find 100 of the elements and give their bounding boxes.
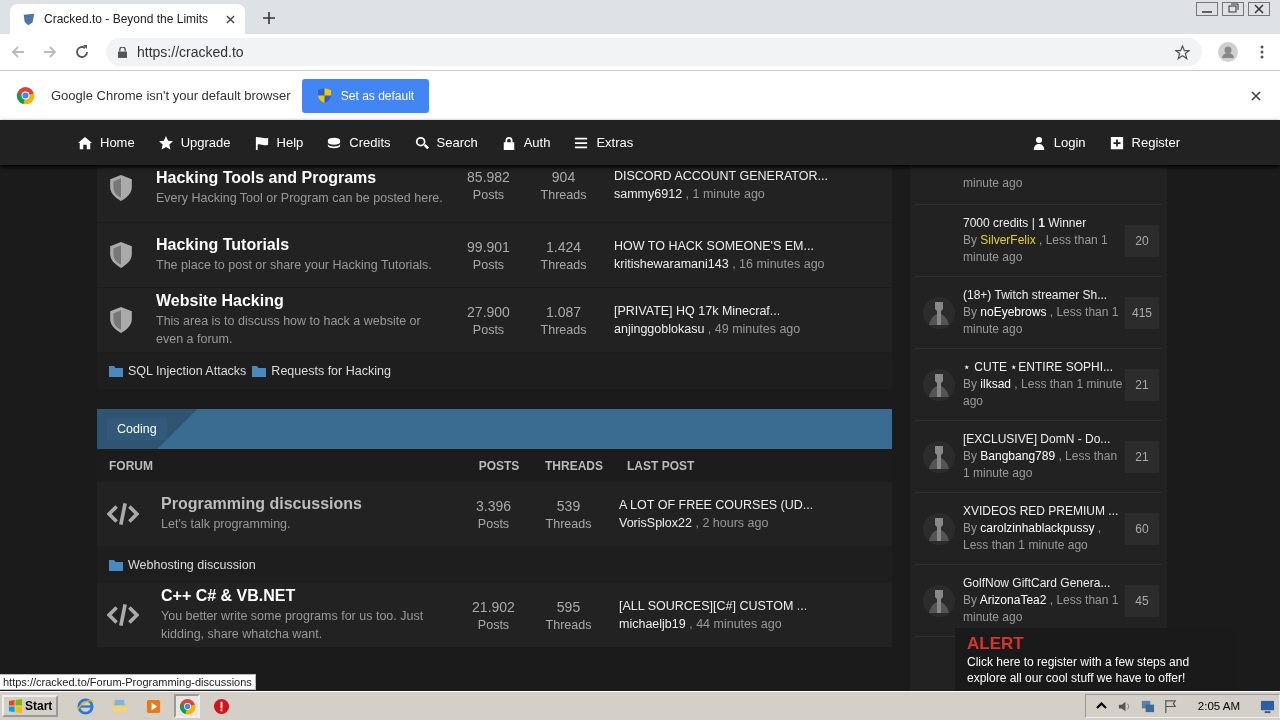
nav-link[interactable]: Help: [254, 135, 304, 150]
reply-count: 21: [1125, 368, 1159, 401]
threads-count: 904: [551, 169, 576, 185]
close-icon[interactable]: [1248, 2, 1270, 16]
address-bar[interactable]: https://cracked.to: [106, 38, 1202, 66]
subforum-link[interactable]: Webhosting discussion: [109, 558, 256, 572]
thread-title-link[interactable]: 7000 credits | 1 Winner: [963, 215, 1123, 232]
subforum-link[interactable]: Requests for Hacking: [252, 364, 391, 378]
shield-logo-icon: [22, 12, 36, 26]
posts-count: 21.902: [472, 598, 515, 615]
shield-icon: [317, 88, 331, 103]
flag-icon[interactable]: [1162, 698, 1178, 714]
new-tab-icon[interactable]: [263, 12, 275, 24]
threads-label: Threads: [545, 617, 592, 632]
author-link[interactable]: kritishewaramani143: [614, 257, 729, 271]
forum-title-link[interactable]: Hacking Tools and Programs: [156, 169, 451, 187]
thread-title-link[interactable]: GolfNow GiftCard Genera...: [963, 575, 1123, 592]
nav-link[interactable]: Auth: [501, 135, 551, 150]
code-icon: [107, 603, 139, 627]
author-link[interactable]: ilksad: [980, 377, 1012, 391]
thread-title-link[interactable]: ⋆ CUTE ⋆ENTIRE SOPHI...: [963, 359, 1123, 376]
nav-link[interactable]: Login: [1031, 135, 1086, 150]
user-icon: [1031, 135, 1046, 150]
forum-title-link[interactable]: C++ C# & VB.NET: [161, 587, 456, 605]
column-header: THREADS: [544, 458, 604, 473]
threads-count: 1.424: [545, 238, 581, 255]
post-time: , 2 hours ago: [695, 516, 769, 530]
last-post-link[interactable]: [ALL SOURCES][C#] CUSTOM ...: [619, 599, 808, 613]
forum-title-link[interactable]: Hacking Tutorials: [156, 236, 451, 254]
forum-description: This area is to discuss how to hack a website or even a forum.: [156, 313, 422, 348]
forum-title-link[interactable]: Website Hacking: [156, 292, 451, 310]
threads-label: Threads: [540, 322, 587, 337]
profile-icon[interactable]: [1218, 42, 1238, 62]
author-link[interactable]: Bangbang789: [980, 449, 1056, 463]
posts-label: Posts: [477, 617, 510, 632]
desktop-icon[interactable]: [1260, 698, 1275, 714]
category-label: Coding: [107, 418, 167, 440]
posts-count: 3.396: [475, 497, 511, 514]
posts-count: 99.901: [467, 238, 510, 255]
threads-label: Threads: [545, 516, 592, 531]
last-post-link[interactable]: [PRIVATE] HQ 17k Minecraf...: [614, 304, 801, 318]
posts-count: 27.900: [467, 303, 510, 320]
posts-label: Posts: [477, 516, 510, 531]
last-post-link[interactable]: HOW TO HACK SOMEONE'S EM...: [614, 239, 825, 253]
nav-link[interactable]: Home: [78, 135, 135, 150]
lock-icon: [501, 135, 516, 150]
reply-count: 60: [1125, 512, 1159, 545]
post-meta: By ilksad , Less than 1 minute ago: [963, 376, 1123, 410]
clock: 2:05 AM: [1197, 700, 1240, 712]
thread-title-link[interactable]: XVIDEOS RED PREMIUM ...: [963, 503, 1123, 520]
nav-link[interactable]: Search: [414, 135, 478, 150]
threads-label: Threads: [540, 188, 587, 202]
star-icon: [158, 135, 173, 150]
post-time: , 1 minute ago: [685, 187, 765, 201]
network-icon[interactable]: [1139, 698, 1155, 714]
lock-icon: [118, 46, 127, 58]
shield-icon: [109, 242, 133, 268]
nav-link[interactable]: Register: [1109, 135, 1180, 150]
author-link[interactable]: VorisSplox22: [619, 516, 692, 530]
reply-count: 45: [1125, 584, 1159, 617]
search-icon: [414, 135, 429, 150]
close-icon[interactable]: [226, 14, 235, 24]
post-meta: By noEyebrows , Less than 1 minute ago: [963, 304, 1120, 338]
nav-link[interactable]: Extras: [574, 135, 634, 150]
author-link[interactable]: sammy6912: [614, 187, 683, 201]
windows-logo-icon: [8, 698, 23, 714]
reload-icon[interactable]: [74, 44, 90, 60]
nav-link[interactable]: Upgrade: [158, 135, 231, 150]
set-default-button[interactable]: Set as default: [302, 78, 430, 113]
folder-icon: [109, 559, 123, 571]
author-link[interactable]: SilverFelix: [980, 233, 1036, 247]
posts-count: 85.982: [467, 169, 510, 185]
infobar-message: Google Chrome isn't your default browser: [51, 88, 291, 103]
forum-title-link[interactable]: Programming discussions: [161, 495, 456, 513]
chrome-icon[interactable]: [174, 694, 201, 718]
flag-icon: [254, 135, 269, 150]
bookmark-star-icon[interactable]: [1175, 44, 1190, 60]
author-link[interactable]: carolzinhablackpussy: [980, 521, 1095, 535]
author-link[interactable]: ArizonaTea2: [979, 593, 1047, 607]
alert-message: Click here to register with a few steps and explore all our cool stuff we have to offer!: [967, 654, 1191, 686]
link-status-bar: https://cracked.to/Forum-Programming-discussions: [0, 674, 256, 690]
folder-icon: [109, 365, 123, 377]
forum-description: Let's talk programming.: [161, 516, 292, 533]
close-icon[interactable]: [1251, 90, 1261, 101]
thread-title-link[interactable]: (18+) Twitch streamer Sh...: [963, 287, 1123, 304]
reply-count: 20: [1125, 224, 1159, 257]
coins-icon: [327, 135, 342, 150]
subforum-link[interactable]: SQL Injection Attacks: [109, 364, 247, 378]
nav-link[interactable]: Credits: [327, 135, 391, 150]
minimize-icon[interactable]: [1196, 2, 1218, 16]
browser-tab[interactable]: Cracked.to - Beyond the Limits: [10, 4, 245, 34]
last-post-link[interactable]: A LOT OF FREE COURSES (UD...: [619, 498, 814, 512]
threads-count: 595: [556, 598, 581, 615]
author-link[interactable]: noEyebrows: [980, 305, 1047, 319]
last-post-link[interactable]: DISCORD ACCOUNT GENERATOR...: [614, 169, 828, 183]
author-link[interactable]: michaeljb19: [619, 617, 686, 631]
start-button[interactable]: Start: [2, 695, 59, 717]
forum-description: Every Hacking Tool or Program can be posted here.: [156, 190, 444, 207]
author-link[interactable]: anjinggoblokasu: [614, 322, 705, 336]
thread-title-link[interactable]: [EXCLUSIVE] DomN - Do...: [963, 431, 1123, 448]
